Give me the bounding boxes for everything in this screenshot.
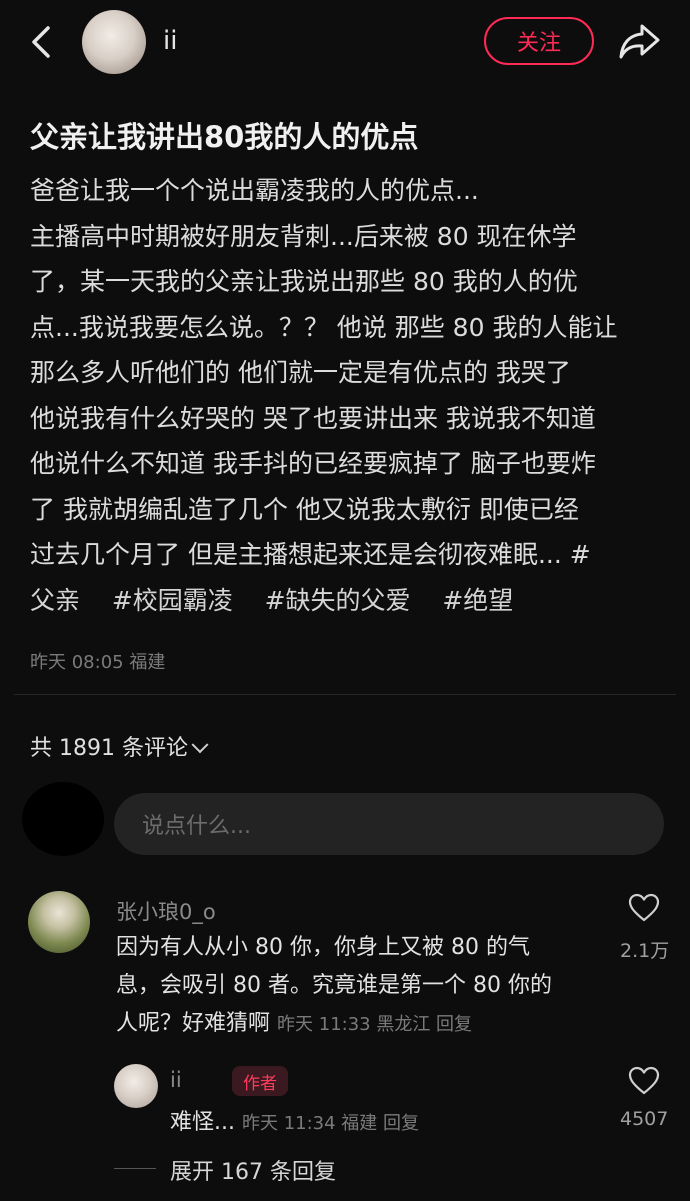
comment-count-label: 共 1891 条评论 [30, 736, 188, 761]
heart-outline-icon [628, 893, 660, 922]
post-line: 主播高中时期被好朋友背刺...后来被 80 现在休学 [30, 221, 577, 251]
post-line: 他说什么不知道 我手抖的已经要疯掉了 脑子也要炸 [30, 449, 596, 478]
post-meta: 昨天 08:05 福建 [30, 652, 166, 673]
divider [114, 1168, 156, 1169]
commenter-name[interactable]: 张小琅0_o [116, 896, 216, 926]
comment-line: 人呢？好难猜啊 昨天 11:33 黑龙江 回复 [116, 1005, 602, 1044]
reply-like-button[interactable] [628, 1066, 660, 1100]
post-line: 过去几个月了 但是主播想起来还是会彻夜难眠... # [30, 540, 591, 569]
comment-line: 因为有人从小 80 你，你身上又被 80 的气 [116, 935, 530, 960]
hashtag-link[interactable]: 父亲 [30, 586, 80, 615]
post-line: 他说我有什么好哭的 哭了也要讲出来 我说我不知道 [30, 403, 596, 433]
commenter-avatar[interactable] [28, 891, 90, 953]
reply-meta[interactable]: 昨天 11:34 福建 回复 [242, 1113, 419, 1134]
author-username[interactable]: ii [163, 26, 177, 56]
reply-author[interactable]: ii [170, 1068, 182, 1092]
comment-line: 息，会吸引 80 者。究竟谁是第一个 80 你的 [116, 973, 552, 998]
comment-input[interactable]: 说点什么... [114, 793, 664, 855]
post-line: 点...我说我要怎么说。？？ 他说 那些 80 我的人能让 [30, 312, 618, 342]
hashtag-link[interactable]: #绝望 [442, 586, 513, 615]
chevron-down-icon [191, 736, 209, 754]
current-user-avatar [22, 782, 104, 856]
post-line: 了，某一天我的父亲让我说出那些 80 我的人的优 [30, 267, 578, 296]
comment-like-button[interactable] [628, 893, 660, 927]
reply-text: 难怪... 昨天 11:34 福建 回复 [170, 1104, 419, 1136]
comment-like-count: 2.1万 [620, 940, 670, 962]
comment-count-sort[interactable]: 共 1891 条评论 [30, 730, 209, 762]
back-button[interactable] [22, 22, 62, 62]
post-line: 了 我就胡编乱造了几个 他又说我太敷衍 即使已经 [30, 494, 579, 524]
comment-last-line: 人呢？好难猜啊 [116, 1011, 271, 1036]
hashtag-link[interactable]: #校园霸凌 [112, 586, 233, 615]
follow-button[interactable]: 关注 [484, 17, 594, 65]
comment-meta[interactable]: 昨天 11:33 黑龙江 回复 [277, 1014, 472, 1035]
post-body: 爸爸让我一个个说出霸凌我的人的优点... 主播高中时期被好朋友背刺...后来被 … [30, 168, 662, 623]
share-arrow-icon [619, 24, 660, 59]
expand-replies-button[interactable]: 展开 167 条回复 [170, 1154, 336, 1186]
post-tags: 父亲 #校园霸凌 #缺失的父爱 #绝望 [30, 578, 662, 624]
reply-like-count: 4507 [620, 1108, 669, 1130]
post-line: 那么多人听他们的 他们就一定是有优点的 我哭了 [30, 358, 571, 387]
divider [14, 694, 676, 695]
heart-outline-icon [628, 1066, 660, 1095]
avatar[interactable] [82, 10, 146, 74]
reply-content: 难怪... [170, 1110, 235, 1135]
post-title: 父亲让我讲出80我的人的优点 [30, 120, 419, 154]
share-button[interactable] [616, 20, 664, 64]
post-line: 爸爸让我一个个说出霸凌我的人的优点... [30, 176, 479, 205]
chevron-left-icon [32, 26, 50, 58]
comment-text: 因为有人从小 80 你，你身上又被 80 的气 息，会吸引 80 者。究竟谁是第… [116, 929, 602, 1044]
reply-avatar[interactable] [114, 1064, 158, 1108]
hashtag-link[interactable]: #缺失的父爱 [265, 586, 411, 615]
author-badge: 作者 [232, 1066, 288, 1096]
